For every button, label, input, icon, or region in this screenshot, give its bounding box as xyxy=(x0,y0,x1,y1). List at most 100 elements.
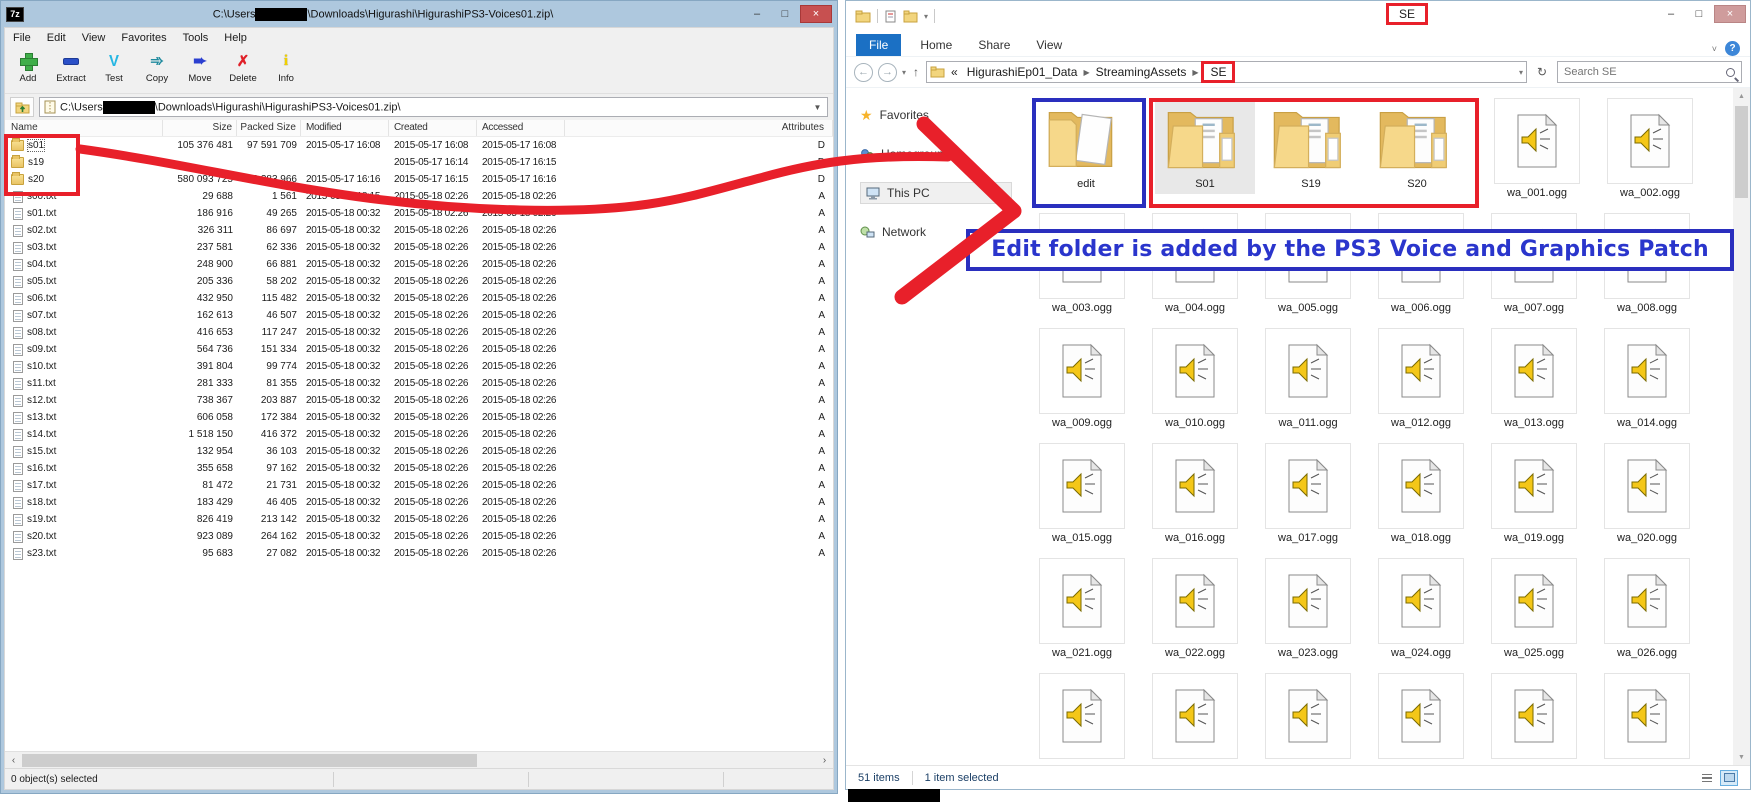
audio-file-tile[interactable] xyxy=(1371,673,1471,765)
audio-file-tile[interactable]: wa_013.ogg xyxy=(1484,328,1584,433)
scroll-up-icon[interactable]: ▲ xyxy=(1738,88,1745,104)
address-dropdown-icon[interactable]: ▾ xyxy=(1519,68,1523,77)
folder-edit[interactable]: edit xyxy=(1036,102,1136,194)
audio-file-tile[interactable] xyxy=(1258,673,1358,765)
info-button[interactable]: iInfo xyxy=(269,50,303,84)
table-row[interactable]: s11.txt 281 333 81 355 2015-05-18 00:32 … xyxy=(5,375,833,392)
table-row[interactable]: s10.txt 391 804 99 774 2015-05-18 00:32 … xyxy=(5,358,833,375)
tab-home[interactable]: Home xyxy=(907,34,965,56)
audio-file-tile[interactable]: wa_015.ogg xyxy=(1032,443,1132,548)
column-header-name[interactable]: Name xyxy=(5,120,163,136)
tab-view[interactable]: View xyxy=(1023,34,1075,56)
search-input[interactable] xyxy=(1564,66,1726,78)
table-row[interactable]: s06.txt 432 950 115 482 2015-05-18 00:32… xyxy=(5,290,833,307)
audio-file-tile[interactable]: wa_026.ogg xyxy=(1597,558,1697,663)
new-folder-icon[interactable] xyxy=(903,10,918,23)
scrollbar-thumb[interactable] xyxy=(22,754,477,767)
table-row[interactable]: s12.txt 738 367 203 887 2015-05-18 00:32… xyxy=(5,392,833,409)
table-row[interactable]: s08.txt 416 653 117 247 2015-05-18 00:32… xyxy=(5,324,833,341)
table-row[interactable]: s01.txt 186 916 49 265 2015-05-18 00:32 … xyxy=(5,205,833,222)
sidebar-item-favorites[interactable]: ★ Favorites xyxy=(860,104,1024,126)
table-row[interactable]: s17.txt 81 472 21 731 2015-05-18 00:32 2… xyxy=(5,477,833,494)
audio-file-tile[interactable]: wa_016.ogg xyxy=(1145,443,1245,548)
test-button[interactable]: VTest xyxy=(97,50,131,84)
table-row[interactable]: s03.txt 237 581 62 336 2015-05-18 00:32 … xyxy=(5,239,833,256)
forward-button[interactable]: → xyxy=(878,63,897,82)
column-header-modified[interactable]: Modified xyxy=(301,120,389,136)
audio-file-tile[interactable]: wa_009.ogg xyxy=(1032,328,1132,433)
audio-file-tile[interactable]: wa_025.ogg xyxy=(1484,558,1584,663)
audio-file-tile[interactable]: wa_011.ogg xyxy=(1258,328,1358,433)
audio-file-tile[interactable]: wa_002.ogg xyxy=(1600,98,1700,203)
vertical-scrollbar[interactable]: ▲ ▼ xyxy=(1733,88,1750,765)
thumbnail-view-button[interactable] xyxy=(1720,770,1738,786)
scrollbar-thumb[interactable] xyxy=(1735,106,1748,198)
search-box[interactable] xyxy=(1557,61,1742,83)
audio-file-tile[interactable] xyxy=(1597,673,1697,765)
ribbon-collapse-icon[interactable]: ˅ xyxy=(1712,44,1717,54)
audio-file-tile[interactable] xyxy=(1032,673,1132,765)
table-row[interactable]: s20.txt 923 089 264 162 2015-05-18 00:32… xyxy=(5,528,833,545)
search-icon[interactable] xyxy=(1726,68,1735,77)
audio-file-tile[interactable]: wa_012.ogg xyxy=(1371,328,1471,433)
folder-s01[interactable]: S01 xyxy=(1155,102,1255,194)
back-button[interactable]: ← xyxy=(854,63,873,82)
menu-item[interactable]: Favorites xyxy=(113,30,174,46)
column-header-created[interactable]: Created xyxy=(389,120,477,136)
sidebar-item-homegroup[interactable]: Homegroup xyxy=(860,143,1024,165)
audio-file-tile[interactable] xyxy=(1145,673,1245,765)
add-button[interactable]: Add xyxy=(11,50,45,84)
up-folder-button[interactable] xyxy=(10,97,34,117)
column-header-size[interactable]: Size xyxy=(163,120,237,136)
move-button[interactable]: ➨Move xyxy=(183,50,217,84)
table-row[interactable]: s13.txt 606 058 172 384 2015-05-18 00:32… xyxy=(5,409,833,426)
details-view-button[interactable] xyxy=(1698,770,1716,786)
table-row[interactable]: s14.txt 1 518 150 416 372 2015-05-18 00:… xyxy=(5,426,833,443)
audio-file-tile[interactable]: wa_020.ogg xyxy=(1597,443,1697,548)
7zip-horizontal-scrollbar[interactable]: ‹ › xyxy=(5,751,833,768)
menu-item[interactable]: Help xyxy=(216,30,255,46)
scroll-down-icon[interactable]: ▼ xyxy=(1738,749,1745,765)
column-header-packed-size[interactable]: Packed Size xyxy=(237,120,301,136)
audio-file-tile[interactable]: wa_010.ogg xyxy=(1145,328,1245,433)
folder-s20[interactable]: S20 xyxy=(1367,102,1467,194)
table-row[interactable]: s00.txt 29 688 1 561 2015-05-17 18:15 20… xyxy=(5,188,833,205)
chevron-down-icon[interactable]: ▾ xyxy=(924,12,928,21)
extract-button[interactable]: Extract xyxy=(54,50,88,84)
refresh-icon[interactable]: ↻ xyxy=(1532,65,1552,79)
close-button[interactable]: × xyxy=(1714,5,1746,23)
menu-item[interactable]: File xyxy=(5,30,39,46)
maximize-button[interactable]: □ xyxy=(1686,5,1712,23)
help-icon[interactable]: ? xyxy=(1725,41,1740,56)
tab-share[interactable]: Share xyxy=(965,34,1023,56)
audio-file-tile[interactable]: wa_021.ogg xyxy=(1032,558,1132,663)
audio-file-tile[interactable]: wa_014.ogg xyxy=(1597,328,1697,433)
menu-item[interactable]: Edit xyxy=(39,30,74,46)
breadcrumb-item[interactable]: StreamingAssets xyxy=(1093,65,1190,79)
menu-item[interactable]: Tools xyxy=(175,30,217,46)
table-row[interactable]: s09.txt 564 736 151 334 2015-05-18 00:32… xyxy=(5,341,833,358)
column-header-accessed[interactable]: Accessed xyxy=(477,120,565,136)
table-row[interactable]: s07.txt 162 613 46 507 2015-05-18 00:32 … xyxy=(5,307,833,324)
column-header-attributes[interactable]: Attributes xyxy=(565,120,833,136)
table-row[interactable]: s01 105 376 481 97 591 709 2015-05-17 16… xyxy=(5,137,833,154)
folder-s19[interactable]: S19 xyxy=(1261,102,1361,194)
table-row[interactable]: s19.txt 826 419 213 142 2015-05-18 00:32… xyxy=(5,511,833,528)
table-row[interactable]: s04.txt 248 900 66 881 2015-05-18 00:32 … xyxy=(5,256,833,273)
properties-icon[interactable] xyxy=(884,10,897,23)
breadcrumb-item-se[interactable]: SE xyxy=(1201,61,1235,83)
maximize-button[interactable]: □ xyxy=(772,5,798,23)
scroll-right-icon[interactable]: › xyxy=(816,752,833,769)
audio-file-tile[interactable]: wa_018.ogg xyxy=(1371,443,1471,548)
table-row[interactable]: s16.txt 355 658 97 162 2015-05-18 00:32 … xyxy=(5,460,833,477)
table-row[interactable]: s02.txt 326 311 86 697 2015-05-18 00:32 … xyxy=(5,222,833,239)
audio-file-tile[interactable]: wa_019.ogg xyxy=(1484,443,1584,548)
minimize-button[interactable]: – xyxy=(1658,5,1684,23)
close-button[interactable]: × xyxy=(800,5,832,23)
tab-file[interactable]: File xyxy=(856,34,901,56)
copy-button[interactable]: ➾Copy xyxy=(140,50,174,84)
table-row[interactable]: s20 580 093 725 543 383 966 2015-05-17 1… xyxy=(5,171,833,188)
audio-file-tile[interactable]: wa_023.ogg xyxy=(1258,558,1358,663)
up-button[interactable]: ↑ xyxy=(911,65,921,79)
audio-file-tile[interactable]: wa_001.ogg xyxy=(1487,98,1587,203)
